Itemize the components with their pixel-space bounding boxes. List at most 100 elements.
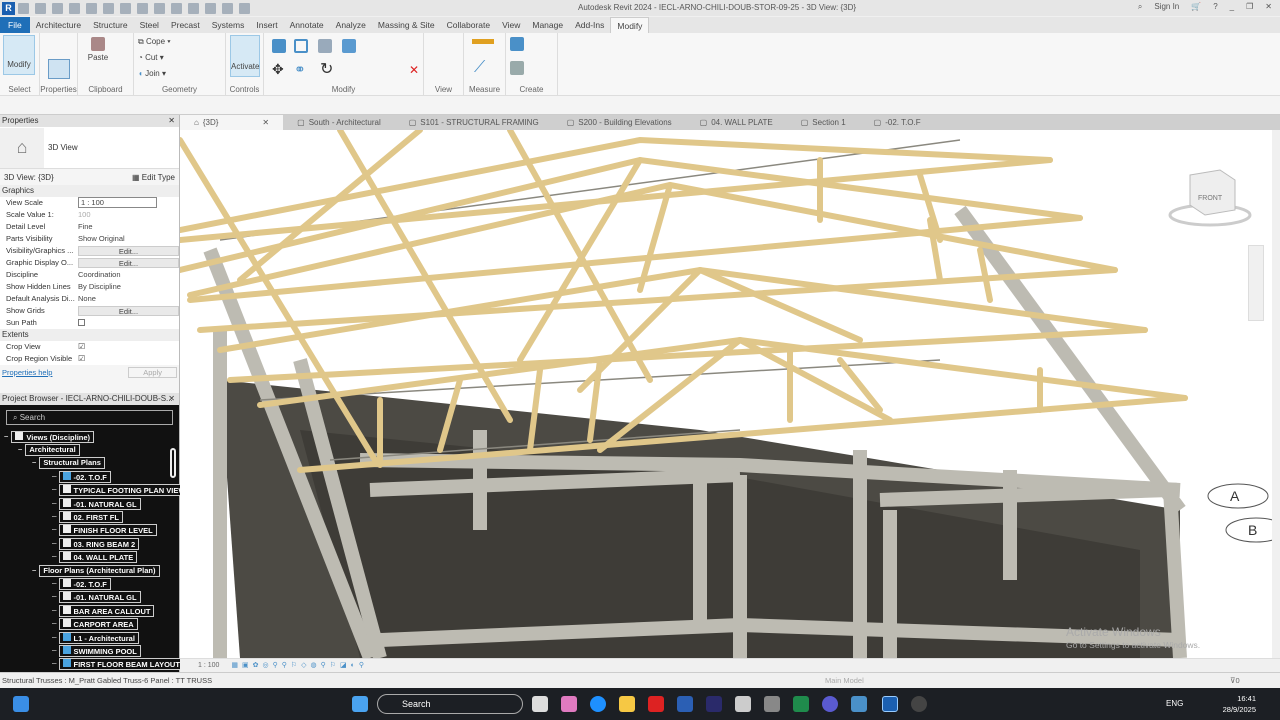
ribbon-tab-collaborate[interactable]: Collaborate bbox=[441, 17, 496, 33]
ribbon-tab-insert[interactable]: Insert bbox=[250, 17, 283, 33]
browser-tree-item[interactable]: ┈ -01. NATURAL GL bbox=[4, 591, 179, 604]
close-browser-icon[interactable]: ✕ bbox=[168, 393, 175, 405]
view-tab[interactable]: ⌂ {3D} ✕ bbox=[180, 115, 284, 130]
active-workset-dropdown[interactable]: Main Model bbox=[825, 673, 864, 689]
widgets-icon[interactable] bbox=[13, 696, 29, 712]
taskbar-search[interactable]: Search bbox=[377, 694, 523, 714]
instance-filter-dropdown[interactable]: 3D View: {3D} bbox=[4, 173, 54, 182]
revit-taskbar-icon[interactable] bbox=[882, 696, 898, 712]
browser-search-input[interactable]: ⌕ Search bbox=[6, 410, 173, 425]
help-icon[interactable]: ? bbox=[1213, 2, 1217, 12]
switch-windows-icon[interactable] bbox=[239, 2, 250, 14]
browser-tree-item[interactable]: ┈ CARPORT AREA bbox=[4, 617, 179, 631]
copilot-icon[interactable] bbox=[561, 696, 577, 712]
ribbon-tab-file[interactable]: File bbox=[0, 17, 30, 33]
close-button[interactable]: ✕ bbox=[1265, 2, 1272, 12]
properties-help-link[interactable]: Properties help bbox=[2, 368, 52, 377]
edit-type-button[interactable]: ▦ Edit Type bbox=[132, 173, 175, 182]
thin-lines-icon[interactable] bbox=[205, 2, 216, 14]
app-icon-2[interactable] bbox=[822, 696, 838, 712]
browser-tree-item[interactable]: − Architectural bbox=[4, 443, 179, 457]
view-scale-button[interactable]: 1 : 100 bbox=[198, 662, 219, 669]
modify-button[interactable]: Modify bbox=[3, 35, 35, 75]
collapse-icon[interactable]: − bbox=[32, 457, 36, 469]
properties-button[interactable] bbox=[48, 59, 70, 79]
ribbon-tab-architecture[interactable]: Architecture bbox=[30, 17, 87, 33]
rotate-icon[interactable]: ↻ bbox=[320, 59, 333, 79]
close-properties-icon[interactable]: ✕ bbox=[168, 115, 175, 127]
view-tab[interactable]: ▢ S200 - Building Elevations bbox=[553, 118, 686, 127]
text-icon[interactable] bbox=[154, 2, 165, 14]
dimension-icon[interactable]: ⟋ bbox=[474, 59, 485, 77]
calculator-icon[interactable] bbox=[764, 696, 780, 712]
print-icon[interactable] bbox=[120, 2, 131, 14]
edit-button[interactable]: Edit... bbox=[78, 306, 179, 316]
move-icon[interactable]: ✥ bbox=[272, 61, 284, 78]
select-dropdown[interactable]: Select bbox=[0, 85, 39, 94]
file-explorer-icon[interactable] bbox=[619, 696, 635, 712]
property-checkbox[interactable]: ☑ bbox=[78, 341, 179, 353]
filter-icon[interactable]: ⊽0 bbox=[1230, 673, 1240, 689]
notepad-icon[interactable] bbox=[735, 696, 751, 712]
cope-button[interactable]: ⧉ Cope ▾ bbox=[138, 37, 171, 47]
word-icon[interactable] bbox=[677, 696, 693, 712]
start-button[interactable] bbox=[352, 696, 368, 712]
browser-tree-item[interactable]: − Views (Discipline) bbox=[4, 430, 179, 443]
property-value[interactable]: 1 : 100 bbox=[78, 197, 157, 208]
activate-button[interactable]: Activate bbox=[230, 35, 260, 77]
view-tab[interactable]: ▢ Section 1 bbox=[787, 118, 860, 127]
property-checkbox[interactable] bbox=[78, 317, 179, 329]
browser-tree-item[interactable]: ┈ -02. T.O.F bbox=[4, 577, 179, 590]
mirror-draw-icon[interactable] bbox=[342, 39, 356, 53]
snipping-icon[interactable] bbox=[851, 696, 867, 712]
ribbon-tab-systems[interactable]: Systems bbox=[206, 17, 251, 33]
ribbon-tab-precast[interactable]: Precast bbox=[165, 17, 206, 33]
edit-button[interactable]: Edit... bbox=[78, 246, 179, 256]
collapse-icon[interactable]: − bbox=[4, 431, 8, 443]
view-tab[interactable]: ▢ 04. WALL PLATE bbox=[686, 118, 787, 127]
restore-button[interactable]: ❐ bbox=[1246, 2, 1253, 12]
browser-tree-item[interactable]: ┈ -01. NATURAL GL bbox=[4, 497, 179, 510]
revit-logo[interactable]: R bbox=[2, 1, 15, 15]
browser-tree-item[interactable]: ┈ FINISH FLOOR LEVEL bbox=[4, 524, 179, 537]
ribbon-tab-massing-site[interactable]: Massing & Site bbox=[372, 17, 441, 33]
collapse-icon[interactable]: − bbox=[32, 565, 36, 577]
apply-button[interactable]: Apply bbox=[128, 366, 177, 378]
ribbon-tab-view[interactable]: View bbox=[496, 17, 526, 33]
create-assembly-icon[interactable] bbox=[510, 61, 524, 75]
browser-tree-item[interactable]: ┈ SWIMMING POOL bbox=[4, 644, 179, 657]
edge-icon[interactable] bbox=[590, 696, 606, 712]
minimize-button[interactable]: _ bbox=[1230, 2, 1234, 12]
app-icon[interactable] bbox=[706, 696, 722, 712]
browser-tree-item[interactable]: ┈ -02. T.O.F bbox=[4, 470, 179, 483]
browser-tree-item[interactable]: ┈ L1 - Architectural bbox=[4, 631, 179, 644]
sign-in-link[interactable]: Sign In bbox=[1154, 2, 1179, 12]
view-tab[interactable]: ▢ South - Architectural bbox=[283, 118, 395, 127]
create-part-icon[interactable] bbox=[510, 37, 524, 51]
view-tab[interactable]: ▢ S101 - STRUCTURAL FRAMING bbox=[395, 118, 553, 127]
chrome-icon[interactable] bbox=[911, 696, 927, 712]
browser-scrollbar[interactable] bbox=[170, 448, 176, 478]
ribbon-tab-annotate[interactable]: Annotate bbox=[284, 17, 330, 33]
viewport-scrollbar[interactable] bbox=[1272, 130, 1280, 658]
graphics-section[interactable]: Graphics bbox=[0, 185, 179, 197]
browser-tree-item[interactable]: ┈ BAR AREA CALLOUT bbox=[4, 604, 179, 617]
browser-tree-item[interactable]: ┈ 04. WALL PLATE bbox=[4, 551, 179, 564]
browser-tree-item[interactable]: ┈ FIRST FLOOR BEAM LAYOUT bbox=[4, 658, 184, 671]
language-indicator[interactable]: ENG bbox=[1166, 699, 1183, 708]
ribbon-tab-manage[interactable]: Manage bbox=[526, 17, 569, 33]
type-selector[interactable]: ⌂ 3D View bbox=[0, 127, 179, 169]
redo-icon[interactable] bbox=[103, 2, 114, 14]
undo-icon[interactable] bbox=[86, 2, 97, 14]
ribbon-tab-steel[interactable]: Steel bbox=[134, 17, 165, 33]
property-checkbox[interactable]: ☑ bbox=[78, 353, 179, 365]
ribbon-tab-analyze[interactable]: Analyze bbox=[330, 17, 372, 33]
excel-icon[interactable] bbox=[793, 696, 809, 712]
join-button[interactable]: ◖ Join ▾ bbox=[138, 69, 166, 78]
acrobat-icon[interactable] bbox=[648, 696, 664, 712]
close-tab-icon[interactable]: ✕ bbox=[262, 115, 269, 130]
edit-button[interactable]: Edit... bbox=[78, 258, 179, 268]
browser-tree-item[interactable]: − Structural Plans bbox=[4, 457, 179, 470]
section-icon[interactable] bbox=[188, 2, 199, 14]
ribbon-tab-modify[interactable]: Modify bbox=[610, 17, 650, 33]
